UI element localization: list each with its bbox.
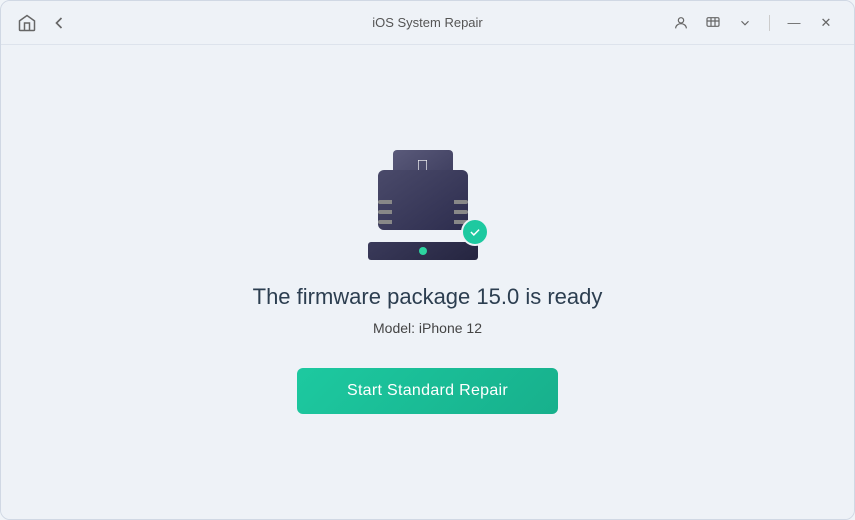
firmware-status-text: The firmware package 15.0 is ready <box>253 284 603 310</box>
close-button[interactable]: ✕ <box>814 11 838 35</box>
chip-base <box>368 242 478 260</box>
pin <box>454 210 468 214</box>
start-standard-repair-button[interactable]: Start Standard Repair <box>297 368 558 414</box>
firmware-icon:  <box>363 150 493 260</box>
minimize-button[interactable]: — <box>782 11 806 35</box>
pins-left <box>378 200 392 224</box>
main-window: iOS System Repair — ✕ <box>0 0 855 520</box>
titlebar-divider <box>769 15 770 31</box>
window-title: iOS System Repair <box>372 15 483 30</box>
pin <box>378 210 392 214</box>
chip-body <box>378 170 468 230</box>
home-icon[interactable] <box>17 13 37 33</box>
titlebar: iOS System Repair — ✕ <box>1 1 854 45</box>
pin <box>454 200 468 204</box>
main-content:  <box>1 45 854 519</box>
model-value: iPhone 12 <box>419 320 482 336</box>
titlebar-nav <box>17 13 69 33</box>
model-label: Model: <box>373 320 415 336</box>
chevron-down-icon[interactable] <box>733 11 757 35</box>
user-icon[interactable] <box>669 11 693 35</box>
titlebar-controls: — ✕ <box>669 11 838 35</box>
back-icon[interactable] <box>49 13 69 33</box>
check-badge <box>461 218 489 246</box>
model-text: Model: iPhone 12 <box>373 320 482 336</box>
pin <box>378 220 392 224</box>
pin <box>378 200 392 204</box>
chat-icon[interactable] <box>701 11 725 35</box>
chip-status-dot <box>419 247 427 255</box>
